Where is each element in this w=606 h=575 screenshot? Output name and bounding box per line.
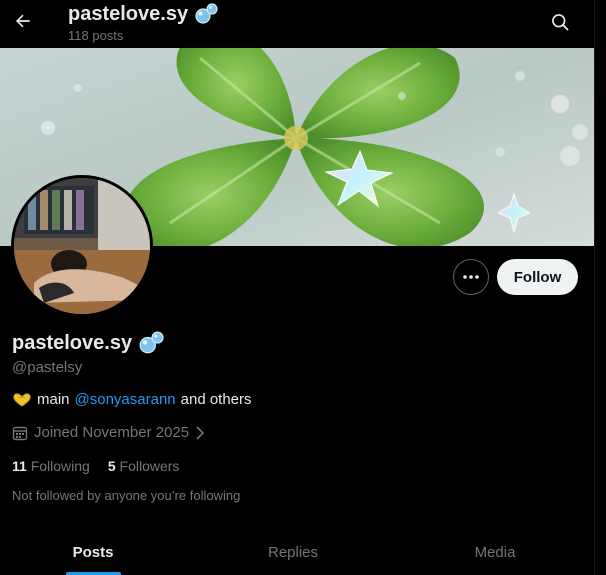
search-button[interactable]: [544, 6, 576, 38]
joined-text: Joined November 2025: [34, 424, 190, 441]
not-followed-note: Not followed by anyone you’re following: [12, 488, 241, 503]
bubbles-icon: [139, 331, 164, 354]
search-icon: [552, 14, 569, 31]
bio-text-suffix: and others: [180, 391, 252, 408]
tab-media-label: Media: [474, 544, 516, 561]
profile-tabs: Posts Replies Media: [0, 530, 594, 575]
tab-replies-label: Replies: [267, 544, 319, 561]
tab-media[interactable]: Media: [400, 530, 590, 575]
avatar-image: [14, 178, 150, 314]
header-name: pastelove.sy: [68, 3, 189, 25]
followers-count: 5: [107, 458, 116, 474]
back-button[interactable]: [8, 6, 38, 36]
more-options-button[interactable]: [453, 259, 489, 295]
follow-stats: 11 Following 5 Followers: [12, 458, 179, 474]
chevron-right-icon: [196, 425, 205, 440]
display-name-text: pastelove.sy: [12, 331, 133, 354]
bubbles-icon: [195, 3, 218, 24]
posts-count: 118 posts: [68, 28, 124, 43]
more-dots-icon: [463, 275, 479, 279]
bio: main @sonyasarann and others: [12, 391, 252, 408]
arrow-left-icon: [16, 14, 30, 28]
header-title: pastelove.sy: [68, 2, 218, 26]
calendar-icon: [12, 426, 28, 440]
heart-hands-icon: [13, 392, 31, 407]
tab-posts[interactable]: Posts: [0, 530, 186, 575]
following-label: Following: [30, 458, 90, 474]
followers-stat[interactable]: 5 Followers: [108, 458, 180, 474]
bio-mention-link[interactable]: @sonyasarann: [75, 391, 176, 408]
tab-posts-label: Posts: [72, 544, 114, 561]
joined-date[interactable]: Joined November 2025: [12, 424, 205, 441]
tab-replies[interactable]: Replies: [200, 530, 386, 575]
following-stat[interactable]: 11 Following: [12, 458, 90, 474]
user-handle: @pastelsy: [12, 359, 83, 376]
avatar[interactable]: [11, 175, 153, 317]
bio-text-prefix: main: [37, 391, 70, 408]
following-count: 11: [12, 458, 27, 474]
display-name: pastelove.sy: [12, 331, 164, 355]
scrollbar[interactable]: [594, 0, 606, 575]
followers-label: Followers: [119, 458, 180, 474]
follow-button[interactable]: Follow: [497, 259, 578, 295]
profile-header-bar: pastelove.sy 118 posts: [0, 0, 594, 48]
